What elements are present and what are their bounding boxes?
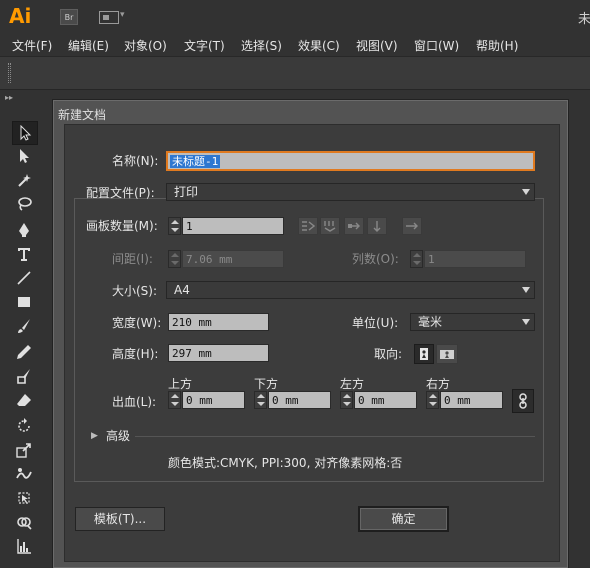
- height-input[interactable]: 297 mm: [168, 344, 269, 362]
- control-panel: [0, 56, 590, 90]
- chevron-right-icon[interactable]: ▶: [91, 429, 98, 443]
- line-tool-icon[interactable]: [12, 267, 36, 289]
- bleed-left-stepper[interactable]: [340, 391, 353, 409]
- columns-input: 1: [424, 250, 526, 268]
- arrange-documents-icon[interactable]: [99, 11, 119, 24]
- bleed-bottom-input[interactable]: 0 mm: [268, 391, 331, 409]
- menu-window[interactable]: 窗口(W): [414, 37, 459, 54]
- chevron-down-icon: [522, 189, 530, 195]
- units-label: 单位(U):: [352, 316, 399, 330]
- size-label: 大小(S):: [112, 284, 158, 298]
- portrait-orientation-icon[interactable]: [414, 344, 434, 364]
- advanced-toggle[interactable]: 高级: [106, 429, 130, 443]
- bridge-button[interactable]: Br: [60, 9, 78, 25]
- menu-select[interactable]: 选择(S): [241, 37, 282, 54]
- bleed-right-stepper[interactable]: [426, 391, 439, 409]
- ok-button[interactable]: 确定: [358, 506, 449, 532]
- grip-handle[interactable]: [8, 63, 11, 83]
- bleed-top-label: 上方: [168, 377, 193, 391]
- rotate-tool-icon[interactable]: [12, 415, 36, 437]
- profile-value: 打印: [174, 185, 199, 199]
- graph-tool-icon[interactable]: [12, 535, 36, 557]
- free-transform-tool-icon[interactable]: [12, 487, 36, 509]
- spacing-label: 间距(I):: [112, 252, 153, 266]
- columns-stepper: [410, 250, 423, 268]
- chevron-down-icon[interactable]: ▾: [120, 10, 125, 20]
- bleed-right-label: 右方: [426, 377, 451, 391]
- menu-help[interactable]: 帮助(H): [476, 37, 518, 54]
- scale-tool-icon[interactable]: [12, 439, 36, 461]
- profile-label: 配置文件(P):: [86, 186, 155, 200]
- name-field[interactable]: 未标题-1: [166, 151, 535, 171]
- pencil-tool-icon[interactable]: [12, 341, 36, 363]
- collapse-arrows-icon[interactable]: ▸▸: [5, 94, 39, 102]
- rectangle-tool-icon[interactable]: [12, 291, 36, 313]
- menu-effect[interactable]: 效果(C): [298, 37, 340, 54]
- name-value: 未标题-1: [170, 155, 221, 168]
- orientation-label: 取向:: [374, 347, 403, 361]
- profile-select[interactable]: 打印: [166, 183, 535, 201]
- menu-edit[interactable]: 编辑(E): [68, 37, 109, 54]
- spacing-input: 7.06 mm: [182, 250, 284, 268]
- name-label: 名称(N):: [112, 154, 159, 168]
- menu-view[interactable]: 视图(V): [356, 37, 398, 54]
- shape-builder-tool-icon[interactable]: [12, 511, 36, 533]
- lasso-tool-icon[interactable]: [12, 193, 36, 215]
- chevron-down-icon: [522, 319, 530, 325]
- menu-type[interactable]: 文字(T): [184, 37, 225, 54]
- document-title-fragment: 未: [578, 12, 590, 27]
- profile-settings-group: [74, 198, 544, 482]
- size-select[interactable]: A4: [166, 281, 535, 299]
- width-input[interactable]: 210 mm: [168, 313, 269, 331]
- grid-by-column-icon[interactable]: [320, 217, 340, 235]
- size-value: A4: [174, 283, 190, 297]
- dialog-title: 新建文档: [58, 108, 107, 122]
- magic-wand-tool-icon[interactable]: [12, 169, 36, 191]
- change-to-rtl-icon[interactable]: [402, 217, 422, 235]
- blob-brush-tool-icon[interactable]: [12, 365, 36, 387]
- type-tool-icon[interactable]: [12, 243, 36, 265]
- bleed-top-stepper[interactable]: [168, 391, 181, 409]
- height-label: 高度(H):: [112, 347, 159, 361]
- bleed-bottom-stepper[interactable]: [254, 391, 267, 409]
- selection-tool-icon[interactable]: [12, 121, 38, 145]
- spacing-stepper: [168, 250, 181, 268]
- artboards-stepper[interactable]: [168, 217, 181, 235]
- artboards-input[interactable]: 1: [182, 217, 284, 235]
- eraser-tool-icon[interactable]: [12, 389, 36, 411]
- arrange-by-row-icon[interactable]: [344, 217, 364, 235]
- paintbrush-tool-icon[interactable]: [12, 315, 36, 337]
- bleed-top-input[interactable]: 0 mm: [182, 391, 245, 409]
- document-info-text: 颜色模式:CMYK, PPI:300, 对齐像素网格:否: [168, 456, 403, 470]
- bleed-left-label: 左方: [340, 377, 365, 391]
- templates-button[interactable]: 模板(T)...: [75, 507, 165, 531]
- menu-object[interactable]: 对象(O): [124, 37, 167, 54]
- chevron-down-icon: [522, 287, 530, 293]
- columns-label: 列数(O):: [352, 252, 399, 266]
- width-label: 宽度(W):: [112, 316, 162, 330]
- bleed-bottom-label: 下方: [254, 377, 279, 391]
- illustrator-logo: Ai: [9, 4, 32, 28]
- direct-selection-tool-icon[interactable]: [12, 145, 36, 167]
- grid-by-row-icon[interactable]: [298, 217, 318, 235]
- bleed-right-input[interactable]: 0 mm: [440, 391, 503, 409]
- arrange-by-column-icon[interactable]: [367, 217, 387, 235]
- pen-tool-icon[interactable]: [12, 219, 36, 241]
- artboards-label: 画板数量(M):: [86, 219, 158, 233]
- landscape-orientation-icon[interactable]: [436, 344, 458, 364]
- units-value: 毫米: [418, 315, 443, 329]
- units-select[interactable]: 毫米: [410, 313, 535, 331]
- bleed-left-input[interactable]: 0 mm: [354, 391, 417, 409]
- divider: [135, 436, 535, 437]
- bleed-label: 出血(L):: [112, 395, 157, 409]
- menu-file[interactable]: 文件(F): [12, 37, 52, 54]
- warp-tool-icon[interactable]: [12, 463, 36, 485]
- link-bleed-icon[interactable]: [512, 389, 534, 413]
- title-bar: [0, 0, 590, 34]
